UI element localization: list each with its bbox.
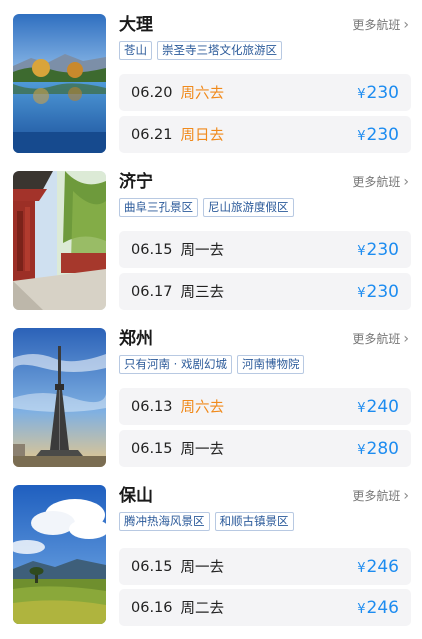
chevron-right-icon: › [403, 17, 409, 33]
attraction-tag[interactable]: 只有河南 · 戏剧幻城 [119, 355, 232, 374]
zhengzhou-tower-photo[interactable] [13, 328, 106, 467]
attraction-tags: 只有河南 · 戏剧幻城 河南博物院 [119, 355, 305, 374]
destination-card-dali[interactable]: 大理 更多航班 › 苍山 崇圣寺三塔文化旅游区 06.20 周六去 ¥230 0… [0, 14, 422, 171]
chevron-right-icon: › [403, 331, 409, 347]
destination-card-jining[interactable]: 济宁 更多航班 › 曲阜三孔景区 尼山旅游度假区 06.15 周一去 ¥230 … [0, 171, 422, 328]
flight-date: 06.15 [131, 440, 173, 457]
flight-date: 06.17 [131, 283, 173, 300]
baoshan-grassland-photo[interactable] [13, 485, 106, 624]
currency-symbol: ¥ [357, 86, 366, 102]
price-value: 240 [366, 396, 399, 417]
flight-price: ¥246 [357, 557, 399, 577]
flight-weekday: 周三去 [180, 285, 225, 301]
flight-weekday: 周六去 [180, 86, 225, 102]
price-value: 280 [366, 438, 399, 459]
flight-row[interactable]: 06.15 周一去 ¥230 [119, 231, 411, 268]
attraction-tag[interactable]: 苍山 [119, 41, 152, 60]
attraction-tag[interactable]: 和顺古镇景区 [214, 512, 294, 531]
flight-price: ¥230 [357, 83, 399, 103]
chevron-right-icon: › [403, 174, 409, 190]
flight-price: ¥240 [357, 397, 399, 417]
flight-weekday: 周一去 [180, 243, 225, 259]
flight-date: 06.13 [131, 398, 173, 415]
flight-price: ¥246 [357, 598, 399, 618]
currency-symbol: ¥ [357, 128, 366, 144]
attraction-tags: 苍山 崇圣寺三塔文化旅游区 [119, 41, 282, 60]
more-flights-link[interactable]: 更多航班 › [352, 17, 409, 33]
flight-price: ¥230 [357, 125, 399, 145]
more-flights-label: 更多航班 [352, 18, 401, 32]
flight-price: ¥280 [357, 439, 399, 459]
price-value: 230 [366, 82, 399, 103]
flight-weekday: 周二去 [180, 601, 225, 617]
flight-weekday: 周一去 [180, 442, 225, 458]
flight-date: 06.21 [131, 126, 173, 143]
city-name: 郑州 [119, 329, 153, 349]
flight-row[interactable]: 06.17 周三去 ¥230 [119, 273, 411, 310]
flight-row[interactable]: 06.15 周一去 ¥280 [119, 430, 411, 467]
price-value: 230 [366, 281, 399, 302]
flight-date: 06.16 [131, 599, 173, 616]
city-name: 大理 [119, 15, 153, 35]
destination-card-baoshan[interactable]: 保山 更多航班 › 腾冲热海风景区 和顺古镇景区 06.15 周一去 ¥246 … [0, 485, 422, 639]
more-flights-label: 更多航班 [352, 175, 401, 189]
flight-row[interactable]: 06.13 周六去 ¥240 [119, 388, 411, 425]
currency-symbol: ¥ [357, 442, 366, 458]
attraction-tag[interactable]: 尼山旅游度假区 [203, 198, 294, 217]
more-flights-label: 更多航班 [352, 489, 401, 503]
flight-weekday: 周日去 [180, 128, 225, 144]
more-flights-link[interactable]: 更多航班 › [352, 331, 409, 347]
currency-symbol: ¥ [357, 243, 366, 259]
flight-weekday: 周六去 [180, 400, 225, 416]
flight-date: 06.15 [131, 558, 173, 575]
flight-row[interactable]: 06.21 周日去 ¥230 [119, 116, 411, 153]
city-name: 保山 [119, 486, 153, 506]
more-flights-link[interactable]: 更多航班 › [352, 488, 409, 504]
currency-symbol: ¥ [357, 400, 366, 416]
price-value: 246 [366, 597, 399, 618]
attraction-tag[interactable]: 河南博物院 [236, 355, 305, 374]
currency-symbol: ¥ [357, 601, 366, 617]
flight-price: ¥230 [357, 240, 399, 260]
price-value: 246 [366, 556, 399, 577]
jining-temple-photo[interactable] [13, 171, 106, 310]
flight-row[interactable]: 06.20 周六去 ¥230 [119, 74, 411, 111]
flight-price: ¥230 [357, 282, 399, 302]
more-flights-link[interactable]: 更多航班 › [352, 174, 409, 190]
destination-card-zhengzhou[interactable]: 郑州 更多航班 › 只有河南 · 戏剧幻城 河南博物院 06.13 周六去 ¥2… [0, 328, 422, 485]
flight-date: 06.15 [131, 241, 173, 258]
attraction-tags: 曲阜三孔景区 尼山旅游度假区 [119, 198, 294, 217]
chevron-right-icon: › [403, 488, 409, 504]
flight-date: 06.20 [131, 84, 173, 101]
currency-symbol: ¥ [357, 285, 366, 301]
currency-symbol: ¥ [357, 560, 366, 576]
dali-lake-photo[interactable] [13, 14, 106, 153]
attraction-tags: 腾冲热海风景区 和顺古镇景区 [119, 512, 294, 531]
price-value: 230 [366, 239, 399, 260]
attraction-tag[interactable]: 腾冲热海风景区 [119, 512, 210, 531]
flight-row[interactable]: 06.16 周二去 ¥246 [119, 589, 411, 626]
price-value: 230 [366, 124, 399, 145]
attraction-tag[interactable]: 崇圣寺三塔文化旅游区 [157, 41, 282, 60]
more-flights-label: 更多航班 [352, 332, 401, 346]
flight-weekday: 周一去 [180, 560, 225, 576]
city-name: 济宁 [119, 172, 153, 192]
flight-row[interactable]: 06.15 周一去 ¥246 [119, 548, 411, 585]
attraction-tag[interactable]: 曲阜三孔景区 [119, 198, 198, 217]
